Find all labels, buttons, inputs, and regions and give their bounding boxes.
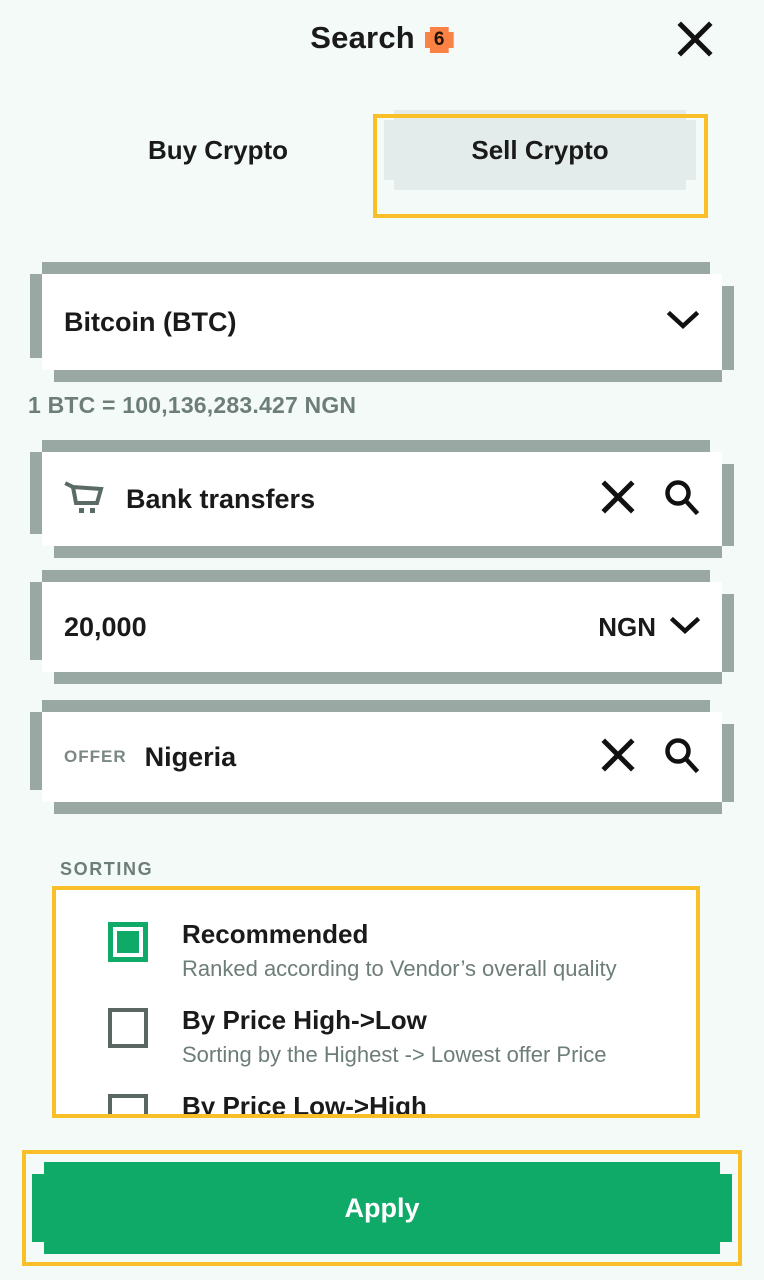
field-frame-top: [42, 700, 710, 712]
tab-sell-crypto[interactable]: Sell Crypto: [384, 110, 696, 190]
sort-option-title: By Price Low->High: [182, 1091, 427, 1114]
offer-location-field[interactable]: OFFER Nigeria: [30, 700, 734, 814]
page-title-text: Search: [310, 20, 415, 55]
field-frame-right: [722, 286, 734, 370]
close-icon[interactable]: [600, 479, 636, 520]
filter-count-badge: 6: [425, 27, 454, 53]
crypto-select-field[interactable]: Bitcoin (BTC): [30, 262, 734, 382]
field-frame-top: [42, 440, 710, 452]
checkbox-checked-icon[interactable]: [108, 922, 148, 962]
sort-option-price-low-high[interactable]: By Price Low->High: [56, 1090, 696, 1114]
tab-buy-crypto[interactable]: Buy Crypto: [96, 110, 340, 190]
tab-sell-crypto-label: Sell Crypto: [471, 134, 609, 165]
payment-method-value: Bank transfers: [126, 483, 316, 514]
sort-option-description: Ranked according to Vendor’s overall qua…: [182, 955, 617, 981]
currency-selector-value[interactable]: NGN: [598, 612, 656, 643]
crypto-select-value: Bitcoin (BTC): [64, 306, 237, 337]
sort-option-description: Sorting by the Highest -> Lowest offer P…: [182, 1041, 607, 1067]
offer-prefix-label: OFFER: [64, 747, 127, 766]
tab-bar: Buy Crypto Sell Crypto: [0, 90, 764, 208]
exchange-rate-text: 1 BTC = 100,136,283.427 NGN: [28, 392, 357, 418]
checkbox-unchecked-icon[interactable]: [108, 1008, 148, 1048]
payment-method-field[interactable]: Bank transfers: [30, 440, 734, 558]
modal-header: Search 6: [0, 0, 764, 86]
apply-button-label: Apply: [344, 1192, 420, 1223]
close-icon[interactable]: [600, 737, 636, 778]
sort-option-price-high-low[interactable]: By Price High->Low Sorting by the Highes…: [56, 1004, 696, 1090]
offer-location-value: Nigeria: [144, 741, 237, 772]
chevron-down-icon[interactable]: [666, 309, 700, 336]
amount-input-value[interactable]: 20,000: [64, 612, 147, 643]
close-icon[interactable]: [674, 18, 716, 60]
cart-icon: [64, 479, 104, 520]
sort-option-recommended[interactable]: Recommended Ranked according to Vendor’s…: [56, 890, 696, 1004]
field-frame-top: [42, 570, 710, 582]
field-frame-left: [30, 452, 42, 534]
amount-field[interactable]: 20,000 NGN: [30, 570, 734, 684]
sorting-section-label: SORTING: [60, 859, 154, 879]
sort-option-title: Recommended: [182, 919, 369, 949]
sort-option-title: By Price High->Low: [182, 1005, 427, 1035]
field-frame-top: [42, 262, 710, 274]
field-frame-bottom: [54, 672, 722, 684]
page-title: Search 6: [0, 20, 764, 56]
field-frame-left: [30, 582, 42, 660]
sorting-options-list: Recommended Ranked according to Vendor’s…: [56, 890, 696, 1114]
field-frame-bottom: [54, 802, 722, 814]
field-frame-left: [30, 712, 42, 790]
field-frame-right: [722, 464, 734, 546]
field-frame-bottom: [54, 370, 722, 382]
checkbox-unchecked-icon[interactable]: [108, 1094, 148, 1114]
field-frame-left: [30, 274, 42, 358]
tab-buy-crypto-label: Buy Crypto: [147, 134, 289, 165]
chevron-down-icon[interactable]: [669, 615, 701, 640]
search-icon[interactable]: [662, 736, 700, 779]
field-frame-bottom: [54, 546, 722, 558]
field-frame-right: [722, 594, 734, 672]
apply-button[interactable]: Apply: [32, 1162, 732, 1254]
search-icon[interactable]: [662, 478, 700, 521]
field-frame-right: [722, 724, 734, 802]
